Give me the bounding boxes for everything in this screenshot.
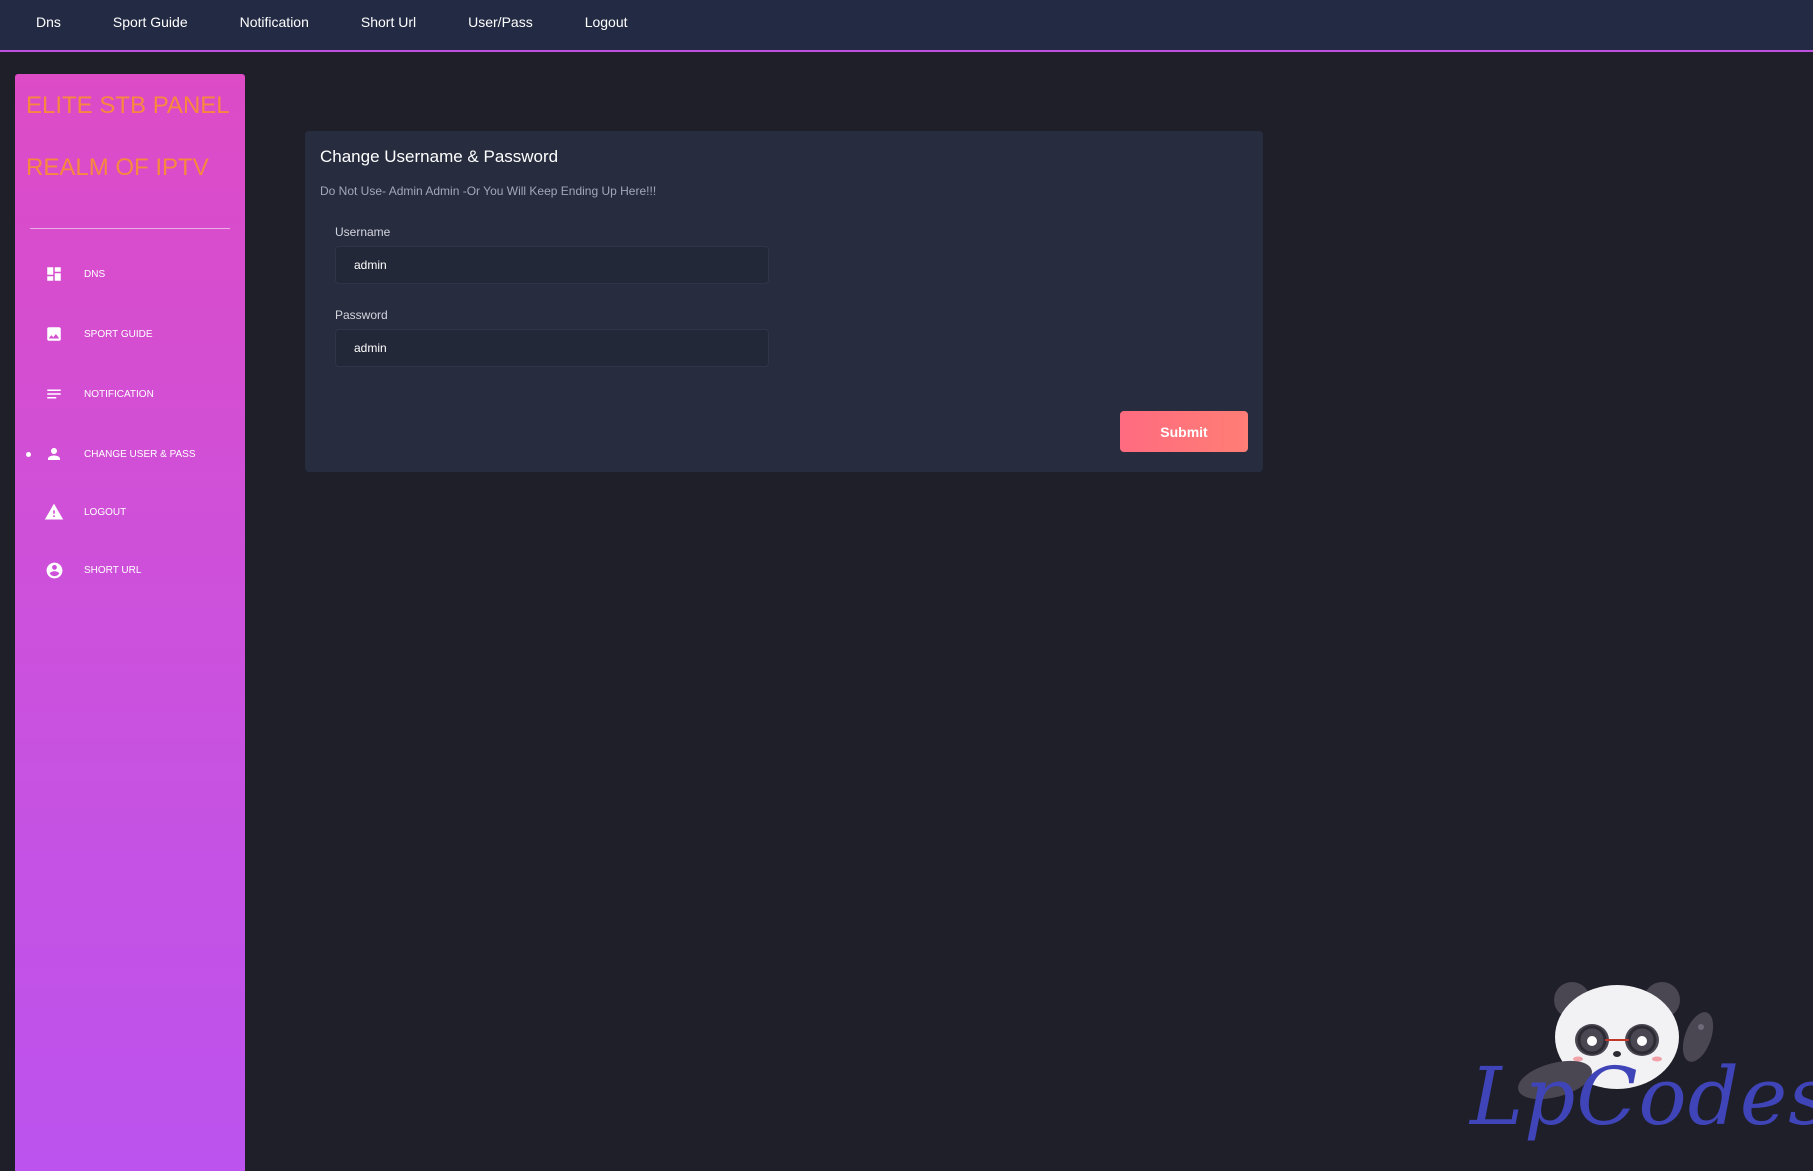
- sidebar-item-label: DNS: [84, 268, 106, 280]
- sidebar-item-label: SHORT URL: [84, 564, 142, 576]
- submit-button[interactable]: Submit: [1120, 411, 1248, 452]
- sidebar-item-label: CHANGE USER & PASS: [84, 448, 196, 460]
- dashboard-icon: [44, 264, 64, 284]
- sidebar-item-label: NOTIFICATION: [84, 388, 154, 400]
- person-icon: [44, 444, 64, 464]
- sidebar-item-logout[interactable]: LOGOUT: [15, 492, 245, 532]
- warning-icon: [44, 502, 64, 522]
- brand-subtitle: REALM OF IPTV: [26, 154, 209, 181]
- sidebar-item-dns[interactable]: DNS: [15, 254, 245, 294]
- sidebar-item-change-user-pass[interactable]: CHANGE USER & PASS: [15, 434, 245, 474]
- nav-link-dns[interactable]: Dns: [36, 14, 61, 30]
- brand-title: ELITE STB PANEL: [26, 92, 230, 119]
- password-input[interactable]: [335, 329, 769, 367]
- sidebar-item-notification[interactable]: NOTIFICATION: [15, 374, 245, 414]
- sidebar: ELITE STB PANEL REALM OF IPTV DNS SPORT …: [15, 74, 245, 1171]
- watermark-text: LpCodes: [1470, 1050, 1813, 1143]
- nav-link-user-pass[interactable]: User/Pass: [468, 14, 533, 30]
- active-indicator: [26, 451, 31, 457]
- card-title: Change Username & Password: [320, 147, 559, 166]
- list-lines-icon: [44, 384, 64, 404]
- nav-link-logout[interactable]: Logout: [585, 14, 628, 30]
- nav-link-short-url[interactable]: Short Url: [361, 14, 416, 30]
- lpcodes-watermark-logo: LpCodes: [1460, 975, 1813, 1165]
- top-nav-bar: Dns Sport Guide Notification Short Url U…: [0, 0, 1813, 52]
- nav-link-notification[interactable]: Notification: [240, 14, 309, 30]
- sidebar-item-short-url[interactable]: SHORT URL: [15, 550, 245, 590]
- account-circle-icon: [44, 560, 64, 580]
- username-input[interactable]: [335, 246, 769, 284]
- sidebar-item-label: SPORT GUIDE: [84, 328, 153, 340]
- sidebar-item-sport-guide[interactable]: SPORT GUIDE: [15, 314, 245, 354]
- change-credentials-card: Change Username & Password Do Not Use- A…: [305, 131, 1263, 472]
- sidebar-divider: [30, 228, 230, 229]
- image-icon: [44, 324, 64, 344]
- password-label: Password: [335, 308, 388, 322]
- nav-link-sport-guide[interactable]: Sport Guide: [113, 14, 188, 30]
- card-subtitle: Do Not Use- Admin Admin -Or You Will Kee…: [320, 184, 657, 198]
- username-label: Username: [335, 225, 391, 239]
- sidebar-item-label: LOGOUT: [84, 506, 127, 518]
